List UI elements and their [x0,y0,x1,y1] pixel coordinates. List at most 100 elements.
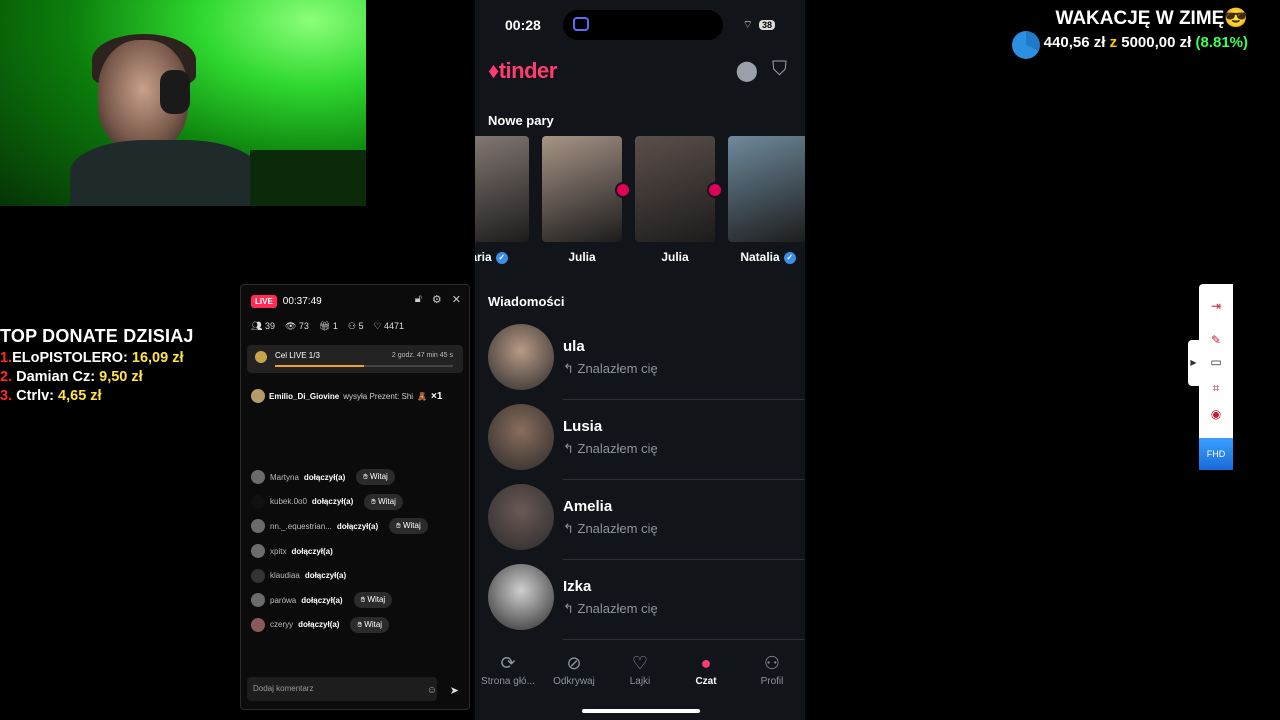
match-name: Natalia ✓ [728,250,805,264]
gift-bear-icon: 🧸 [417,391,428,401]
message-preview-text: Znalazłem cię [577,601,658,616]
gift-count: ×1 [431,390,443,402]
screen-icon[interactable]: ▭ [1208,354,1224,370]
nav-label: Profil [760,676,784,687]
messages-list[interactable]: ula ↰ Znalazłem cię Lusia ↰ Znalazłem ci… [475,320,805,640]
exit-icon[interactable]: ⇥ [1208,298,1224,314]
chat-action: dołączył(a) [304,571,347,581]
live-goal-bar [275,365,453,367]
webcam-overlay [0,0,366,206]
live-goal-box[interactable]: Cel LIVE 1/3 2 godz. 47 min 45 s [247,345,463,373]
match-card[interactable]: Julia [635,136,715,264]
goal-title-text: WAKACJĘ W ZIMĘ [1055,8,1225,29]
avatar [251,568,265,583]
message-row[interactable]: Izka ↰ Znalazłem cię [475,560,805,640]
viewers-count: 39 [264,321,275,331]
phone-screen: 00:28 ⌔ 38 ♦tinder ⬤ ⛉ Nowe pary aria✓ J… [475,0,805,720]
message-name: Izka [563,578,592,595]
nav-label: Strona głó... [481,676,535,687]
message-preview: ↰ Znalazłem cię [563,361,658,377]
close-icon[interactable]: ✕ [452,293,461,306]
chat-message: klaudiaa dołączył(a) [251,563,457,588]
record-icon[interactable]: ◉ [1208,406,1224,422]
chat-user: xpitx [270,546,287,556]
followers-stat: ⚇ 5 [347,321,364,331]
match-photo[interactable] [635,136,715,242]
chat-bubble-icon: ● [700,653,712,673]
nav-label: Odkrywaj [553,676,595,687]
wave-button-label: Witaj [364,619,383,629]
emoji-icon[interactable]: ☺ [427,685,437,696]
live-badge: LIVE [251,295,277,308]
wave-button-label: Witaj [370,472,388,482]
fhd-button[interactable]: FHD [1199,438,1233,470]
donate-rank: 3. [0,388,13,404]
message-row[interactable]: Amelia ↰ Znalazłem cię [475,480,805,560]
live-goal-time: 2 godz. 47 min 45 s [391,352,453,359]
new-match-dot-icon [707,182,723,198]
wave-button[interactable]: ✋︎ Witaj [356,469,395,486]
crop-icon[interactable]: ⌗ [1208,380,1224,396]
new-matches-row[interactable]: aria✓ Julia Julia Natalia✓ [475,136,805,266]
match-photo[interactable] [542,136,622,242]
wave-button[interactable]: ✋︎ Witaj [364,493,403,510]
likes-stat: ♡ 4471 [373,321,405,331]
likes-count: 4471 [384,321,405,331]
live-header: LIVE 00:37:49 [251,295,322,308]
bottom-nav: ⟳ Strona głó... ⊘ Odkrywaj ♡ Lajki ● Czat ⚇ P… [475,650,805,700]
match-photo[interactable] [475,136,529,242]
avatar [251,389,265,403]
live-goal-bar-fill [275,365,364,367]
match-name: aria✓ [475,250,529,264]
nav-explore[interactable]: ⊘ Odkrywaj [541,650,607,700]
match-card[interactable]: aria✓ [475,136,529,264]
gift-message: Emilio_Di_Giovine wysyła Prezent: Shi 🧸 … [251,389,442,403]
tinder-logo: ♦tinder [488,58,557,84]
donate-amount: 4,65 zł [58,388,102,404]
live-panel: LIVE 00:37:49 🔓︎ ⚙︎ ✕ 👥︎ 39 👁︎ 73 🎁︎ 1 ⚇… [240,284,470,710]
goal-title: WAKACJĘ W ZIMĘ😎 [1044,6,1248,30]
match-name-text: Natalia [740,250,780,264]
person-icon: ⚇ [763,653,781,673]
settings-icon[interactable]: ⚙︎ [432,293,442,306]
nav-likes[interactable]: ♡ Lajki [607,650,673,700]
reply-icon: ↰ [563,601,578,616]
chat-action: dołączył(a) [301,595,343,605]
match-card[interactable]: Julia [542,136,622,264]
wave-button[interactable]: ✋︎ Witaj [350,616,390,633]
nav-home[interactable]: ⟳ Strona głó... [475,650,541,700]
compass-icon: ⊘ [566,653,582,673]
avatar [251,519,265,534]
boost-icon[interactable]: ⬤ [736,58,758,83]
heart-icon: ♡ [631,653,649,673]
match-photo[interactable] [728,136,805,242]
viewers-stat: 👥︎ 39 [251,321,275,331]
nav-chat[interactable]: ● Czat [673,650,739,700]
message-name: ula [563,338,585,355]
shield-icon[interactable]: ⛉ [772,58,787,83]
lock-icon[interactable]: 🔓︎ [415,293,422,306]
nav-profile[interactable]: ⚇ Profil [739,650,805,700]
match-card[interactable]: Natalia ✓ [728,136,805,264]
donate-name: ELoPISTOLERO: [12,350,128,366]
gifts-count: 1 [332,321,338,331]
chat-user: Martyna [270,472,299,482]
chat-message: parówa dołączył(a) ✋︎ Witaj [251,588,457,613]
match-name: Julia [661,250,689,264]
chat-list[interactable]: Martyna dołączył(a) ✋︎ Witaj kubek.0o0 dołą… [251,465,457,655]
comment-input[interactable]: Dodaj komentarz [247,677,437,701]
message-preview-text: Znalazłem cię [577,441,658,456]
wave-button[interactable]: ✋︎ Witaj [389,518,428,535]
message-row[interactable]: ula ↰ Znalazłem cię [475,320,805,400]
toolbar-collapse-handle[interactable]: ▶ [1188,340,1199,386]
send-icon[interactable]: ➤ [450,684,459,697]
top-donate-panel: TOP DONATE DZISIAJ 1.ELoPISTOLERO: 16,09… [0,326,240,404]
chat-message: xpitx dołączył(a) [251,539,457,564]
views-count: 73 [298,321,309,331]
wave-button[interactable]: ✋︎ Witaj [353,592,393,609]
messages-title: Wiadomości [488,294,565,309]
message-row[interactable]: Lusia ↰ Znalazłem cię [475,400,805,480]
donate-amount: 9,50 zł [99,369,143,385]
flame-icon: ♦ [488,58,499,83]
pen-icon[interactable]: ✎ [1208,332,1224,348]
